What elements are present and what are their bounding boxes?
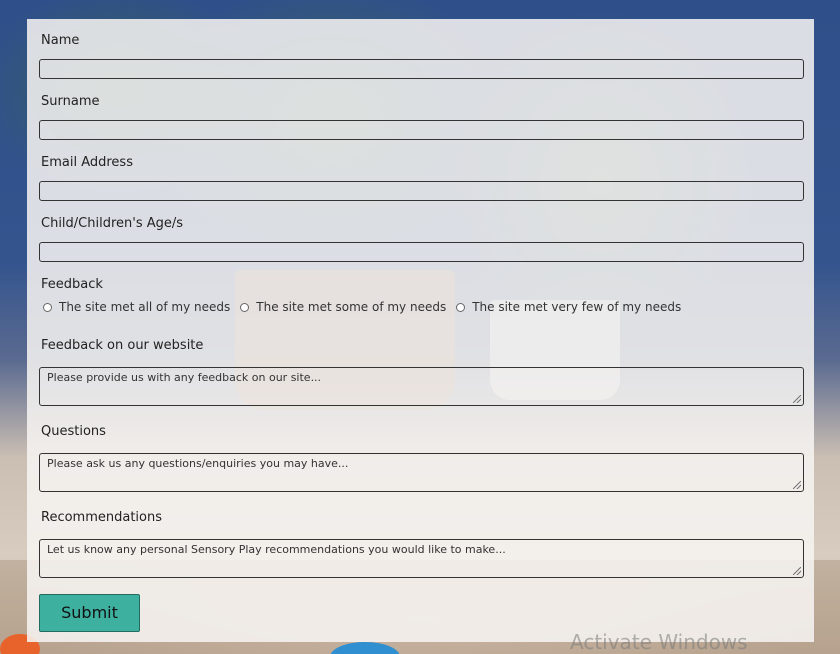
submit-button[interactable]: Submit	[39, 594, 140, 632]
email-label: Email Address	[41, 155, 133, 170]
feedback-radio-group: The site met all of my needs The site me…	[43, 298, 804, 316]
child-age-input[interactable]	[39, 242, 804, 262]
recommendations-label: Recommendations	[41, 510, 163, 525]
name-label: Name	[41, 33, 80, 48]
recommendations-textarea[interactable]: Let us know any personal Sensory Play re…	[39, 539, 804, 578]
website-feedback-textarea[interactable]: Please provide us with any feedback on o…	[39, 367, 804, 406]
radio-button[interactable]	[456, 302, 466, 312]
feedback-option-some[interactable]: The site met some of my needs	[240, 300, 446, 314]
resize-grip-icon[interactable]	[793, 481, 801, 489]
name-input[interactable]	[39, 59, 804, 79]
feedback-label: Feedback	[41, 277, 103, 292]
feedback-option-few[interactable]: The site met very few of my needs	[456, 300, 681, 314]
radio-button[interactable]	[240, 302, 250, 312]
questions-textarea[interactable]: Please ask us any questions/enquiries yo…	[39, 453, 804, 492]
surname-input[interactable]	[39, 120, 804, 140]
resize-grip-icon[interactable]	[793, 395, 801, 403]
questions-label: Questions	[41, 424, 106, 439]
radio-button[interactable]	[43, 302, 52, 312]
feedback-option-all[interactable]: The site met all of my needs	[43, 300, 230, 314]
feedback-option-label: The site met very few of my needs	[472, 300, 682, 314]
resize-grip-icon[interactable]	[793, 567, 801, 575]
child-age-label: Child/Children's Age/s	[41, 216, 184, 231]
email-input[interactable]	[39, 181, 804, 201]
activate-windows-watermark: Activate Windows	[570, 630, 748, 654]
feedback-option-label: The site met all of my needs	[59, 300, 231, 314]
questions-placeholder: Please ask us any questions/enquiries yo…	[47, 457, 349, 470]
website-feedback-label: Feedback on our website	[41, 338, 204, 353]
recommendations-placeholder: Let us know any personal Sensory Play re…	[47, 543, 506, 556]
contact-form: Name Surname Email Address Child/Childre…	[27, 19, 814, 642]
feedback-option-label: The site met some of my needs	[256, 300, 447, 314]
surname-label: Surname	[41, 94, 100, 109]
website-feedback-placeholder: Please provide us with any feedback on o…	[47, 371, 322, 384]
